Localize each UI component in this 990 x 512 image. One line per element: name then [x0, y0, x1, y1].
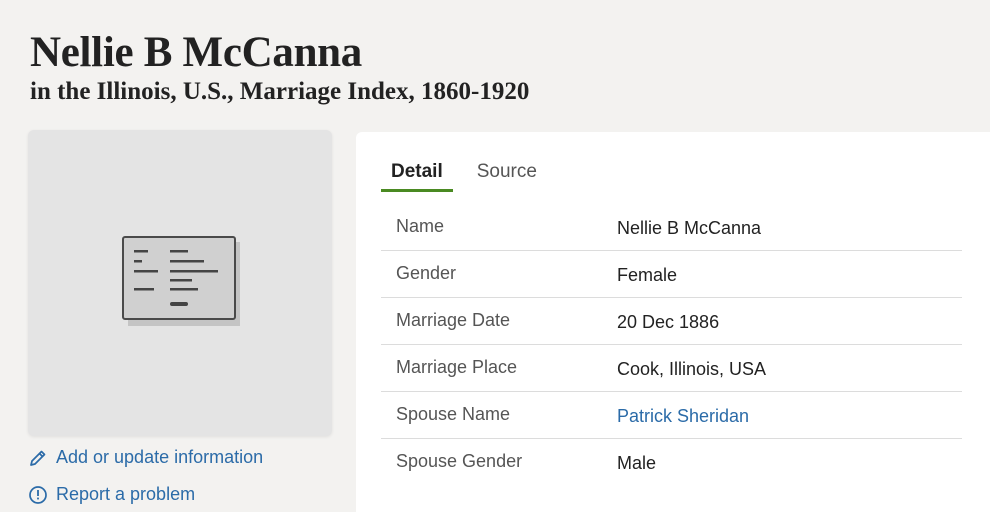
record-detail-card: Detail Source Name Nellie B McCanna Gend… [356, 132, 990, 512]
tab-source[interactable]: Source [467, 158, 547, 192]
spouse-name-link[interactable]: Patrick Sheridan [617, 406, 749, 427]
detail-value: Cook, Illinois, USA [617, 359, 767, 379]
detail-label: Marriage Place [396, 357, 518, 377]
detail-label: Spouse Gender [396, 451, 523, 471]
detail-value: Nellie B McCanna [617, 218, 762, 238]
record-tabs: Detail Source [381, 158, 561, 192]
collection-subtitle: in the Illinois, U.S., Marriage Index, 1… [30, 78, 530, 105]
detail-row-name: Name Nellie B McCanna [381, 204, 962, 251]
report-problem-link[interactable]: Report a problem [28, 484, 195, 505]
pencil-icon [30, 450, 46, 466]
detail-row-marriage-place: Marriage Place Cook, Illinois, USA [381, 345, 962, 392]
record-document-icon [122, 236, 240, 326]
record-image-placeholder[interactable] [28, 130, 332, 436]
detail-row-spouse-name: Spouse Name Patrick Sheridan [381, 392, 962, 439]
detail-value: 20 Dec 1886 [617, 312, 720, 332]
detail-value: Female [617, 265, 678, 285]
add-update-information-label: Add or update information [56, 447, 264, 467]
tab-detail[interactable]: Detail [381, 158, 453, 192]
detail-row-gender: Gender Female [381, 251, 962, 298]
page-title: Nellie B McCanna [30, 29, 362, 76]
detail-label: Name [396, 216, 445, 236]
detail-label: Spouse Name [396, 404, 511, 424]
detail-row-spouse-gender: Spouse Gender Male [381, 439, 962, 485]
detail-row-marriage-date: Marriage Date 20 Dec 1886 [381, 298, 962, 345]
detail-table: Name Nellie B McCanna Gender Female Marr… [381, 204, 962, 485]
detail-value: Male [617, 453, 657, 473]
info-circle-icon [29, 485, 47, 504]
report-problem-label: Report a problem [56, 484, 196, 504]
detail-label: Gender [396, 263, 457, 283]
detail-label: Marriage Date [396, 310, 511, 330]
add-update-information-link[interactable]: Add or update information [28, 447, 263, 468]
